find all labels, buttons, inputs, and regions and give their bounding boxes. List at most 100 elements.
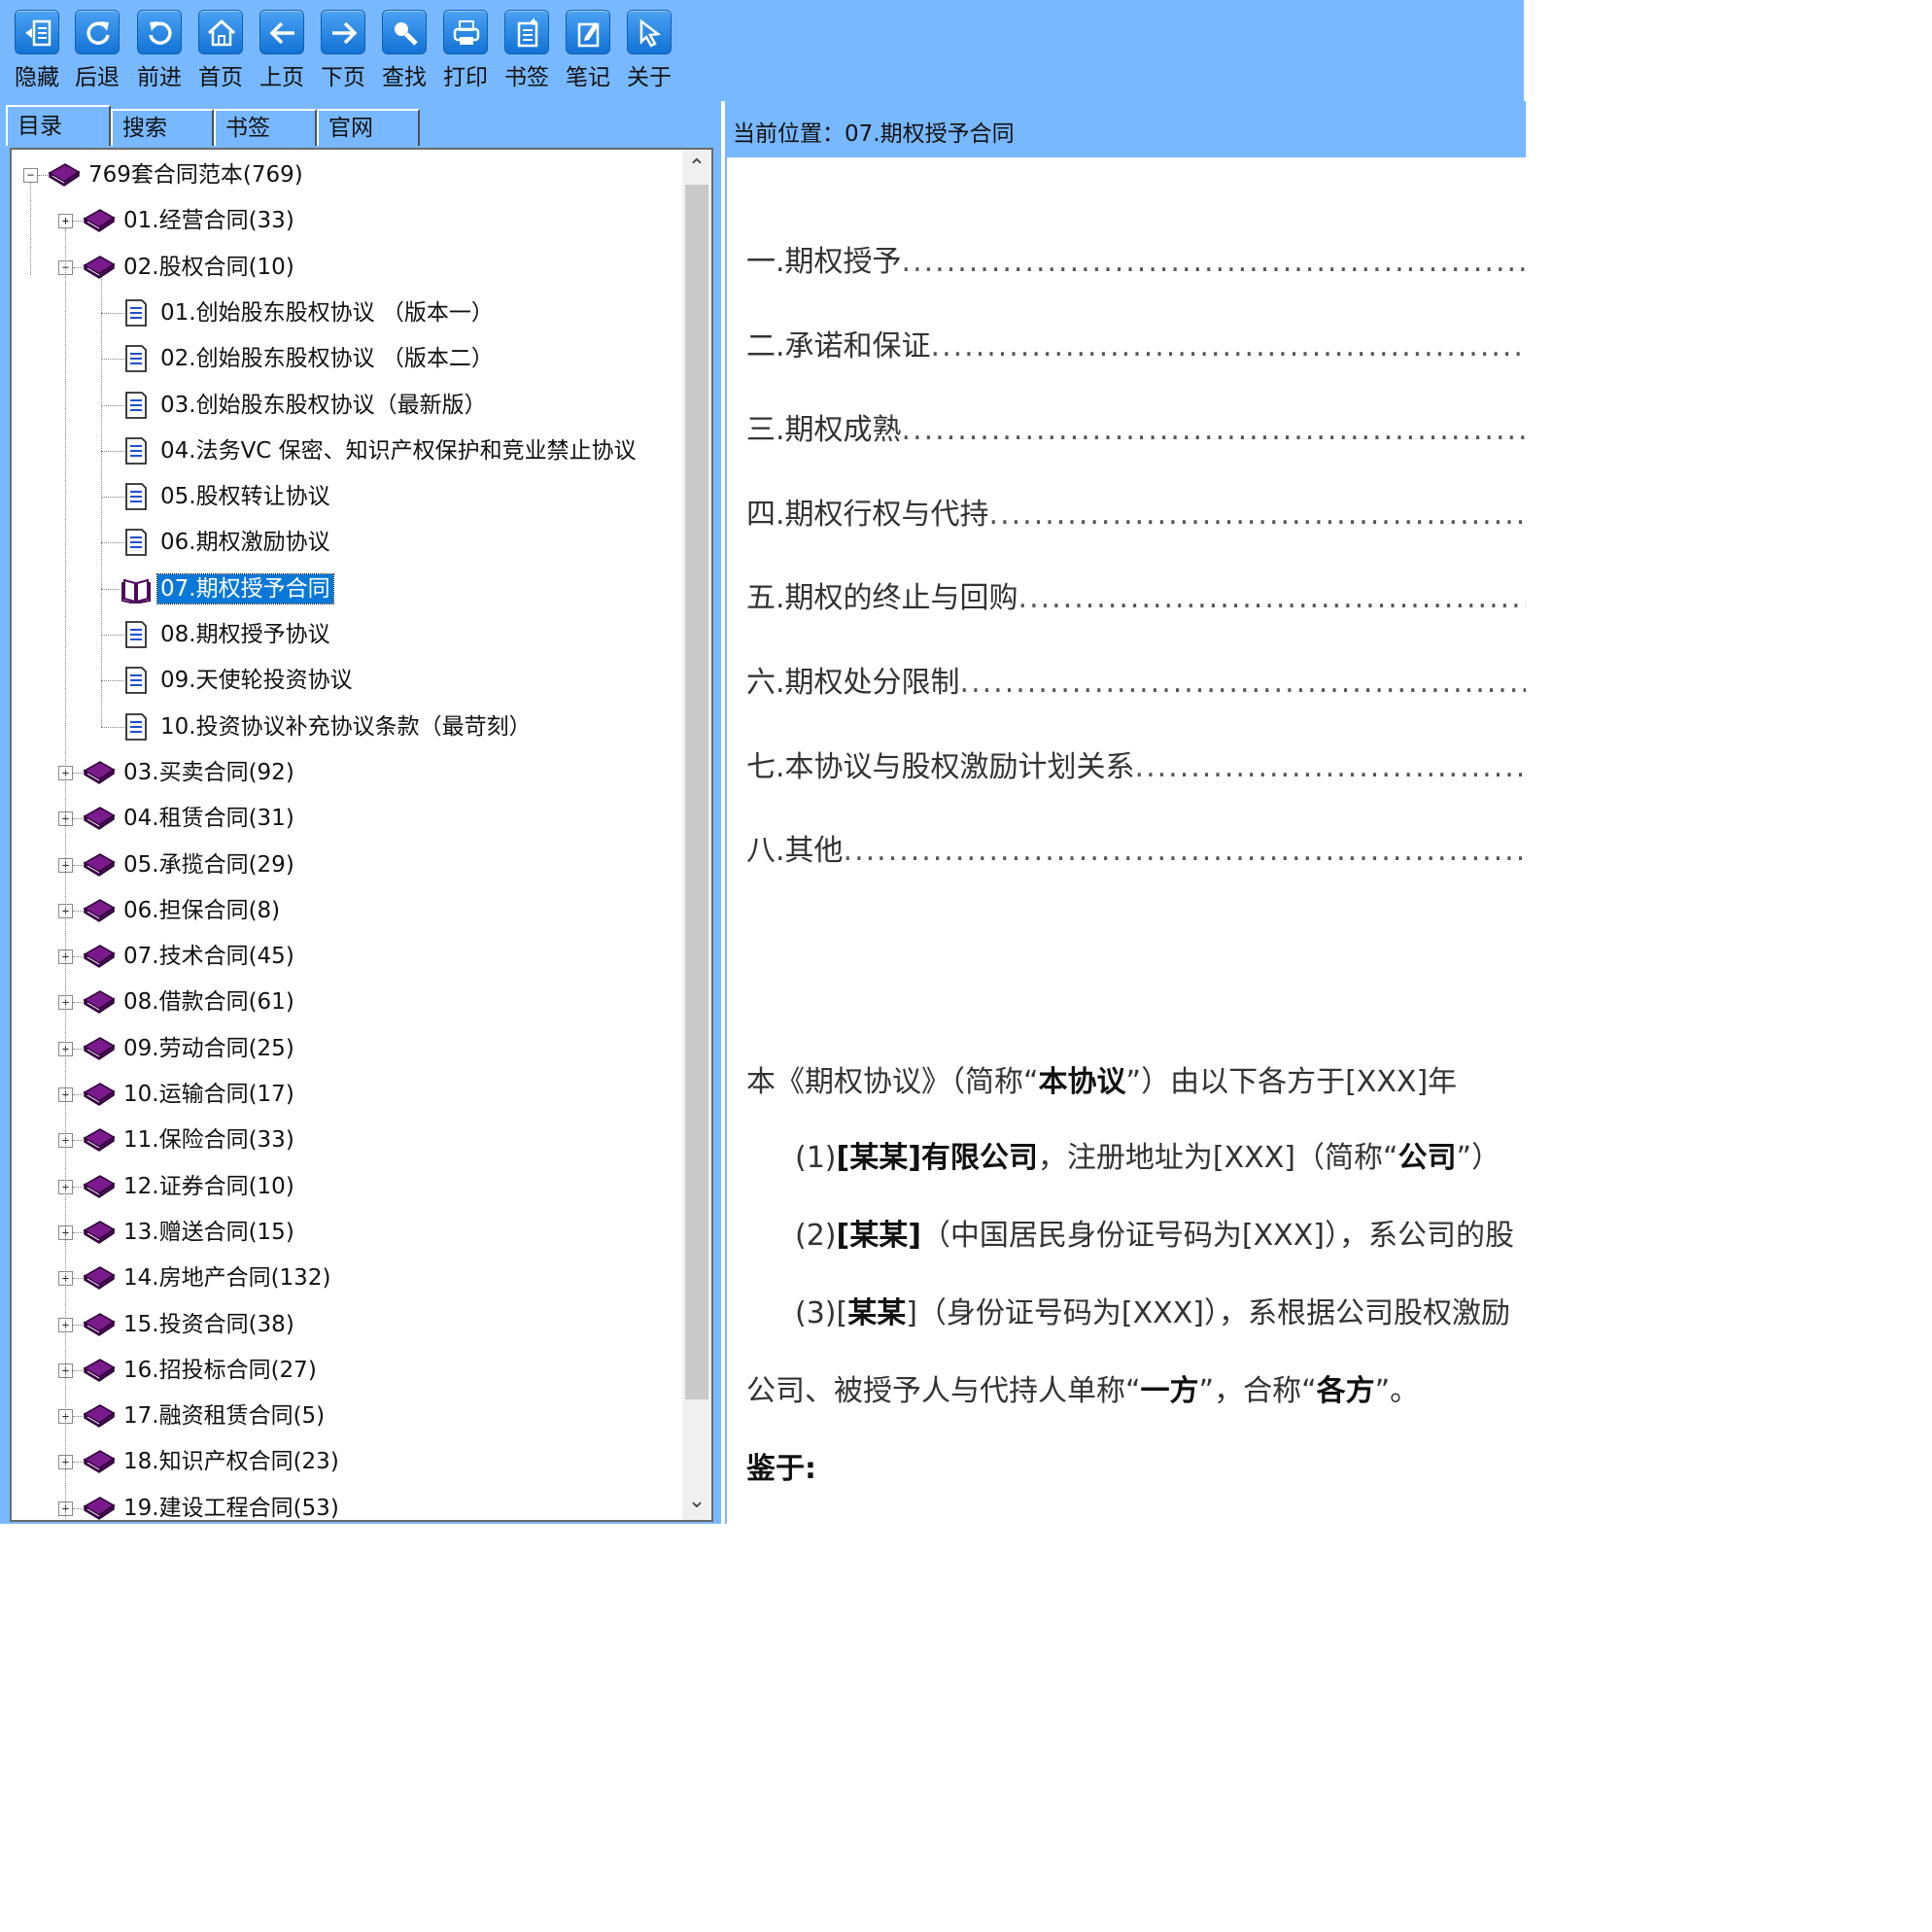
nav-tabs: 目录 搜索 书签 官网 xyxy=(0,101,721,146)
toc-entry[interactable]: 八.其他....................................… xyxy=(746,826,1526,869)
tree-item[interactable]: 09.天使轮投资协议 xyxy=(12,665,673,704)
tree-category[interactable]: +16.招投标合同(27) xyxy=(12,1355,673,1394)
search-button[interactable]: 查找 xyxy=(377,6,433,93)
tree-category[interactable]: +04.租赁合同(31) xyxy=(12,803,673,842)
tree-category[interactable]: +19.建设工程合同(53) xyxy=(12,1493,673,1520)
tree-item[interactable]: 02.创始股东股权协议 （版本二） xyxy=(12,343,673,382)
tree-scrollbar[interactable]: ⌃ ⌄ xyxy=(682,150,711,1520)
hide-label: 隐藏 xyxy=(15,65,59,90)
about-cursor-icon xyxy=(627,10,672,54)
tree-item-label: 15.投资合同(38) xyxy=(123,1311,294,1337)
toc-entry-label: 三.期权成熟 xyxy=(746,413,902,448)
bookmark-button[interactable]: 书签 xyxy=(500,6,556,93)
tree-category[interactable]: +11.保险合同(33) xyxy=(12,1124,673,1163)
party-1-paragraph: (1)[某某]有限公司，注册地址为[XXX]（简称“公司”） xyxy=(795,1141,1501,1175)
tree-item[interactable]: 06.期权激励协议 xyxy=(12,527,673,566)
scroll-down-icon[interactable]: ⌄ xyxy=(682,1487,711,1516)
print-button[interactable]: 打印 xyxy=(438,6,495,93)
tree-item[interactable]: 01.创始股东股权协议 （版本一） xyxy=(12,297,673,336)
tree-item-label: 16.招投标合同(27) xyxy=(123,1357,317,1383)
tree-item-label: 10.投资协议补充协议条款（最苛刻） xyxy=(160,713,532,740)
about-button[interactable]: 关于 xyxy=(622,6,678,93)
hide-button[interactable]: 隐藏 xyxy=(10,6,66,93)
tree-category[interactable]: +10.运输合同(17) xyxy=(12,1079,673,1118)
tree-category[interactable]: +01.经营合同(33) xyxy=(12,205,673,244)
tab-search[interactable]: 搜索 xyxy=(111,109,214,146)
tree-item[interactable]: 04.法务VC 保密、知识产权保护和竞业禁止协议 xyxy=(12,435,673,474)
tree-item-label: 12.证券合同(10) xyxy=(123,1173,294,1199)
tree-category[interactable]: +06.担保合同(8) xyxy=(12,895,673,934)
book-icon xyxy=(82,253,117,282)
forward-label: 前进 xyxy=(137,65,182,90)
tree-item-label: 01.经营合同(33) xyxy=(123,208,294,234)
prev-page-button[interactable]: 上页 xyxy=(255,6,311,93)
home-button[interactable]: 首页 xyxy=(193,6,250,93)
note-button[interactable]: 笔记 xyxy=(561,6,617,93)
tree-category[interactable]: +08.借款合同(61) xyxy=(12,986,673,1025)
toc-leader: ........................................… xyxy=(843,834,1526,869)
tree-category[interactable]: +09.劳动合同(25) xyxy=(12,1033,673,1072)
tree-category[interactable]: +05.承揽合同(29) xyxy=(12,849,673,888)
toc-entry[interactable]: 五.期权的终止与回购..............................… xyxy=(746,573,1526,616)
contents-tree: − 769套合同范本(769) +01.经营合同(33) −02.股权合同(10) 01… xyxy=(12,150,682,1520)
tree-item-label: 03.创始股东股权协议（最新版） xyxy=(160,392,487,418)
document-icon xyxy=(119,712,154,742)
refresh-back-icon xyxy=(75,10,120,54)
toc-entry[interactable]: 一.期权授予..................................… xyxy=(746,237,1526,280)
toc-entry[interactable]: 三.期权成熟..................................… xyxy=(746,405,1526,448)
toc-entry[interactable]: 二.承诺和保证.................................… xyxy=(746,322,1526,364)
book-icon xyxy=(82,1263,117,1293)
book-icon xyxy=(82,942,117,971)
collapse-icon[interactable]: − xyxy=(23,168,38,183)
tree-item-label: 08.借款合同(61) xyxy=(123,989,294,1016)
book-icon xyxy=(82,1172,117,1201)
document-view: 本《期权协议》（简称“本协议”）由以下各方于[XXX]年 (1)[某某]有限公司… xyxy=(727,157,1526,1524)
toc-entry[interactable]: 四.期权行权与代持...............................… xyxy=(746,490,1526,533)
home-label: 首页 xyxy=(198,65,243,90)
arrow-right-icon xyxy=(321,10,365,54)
tree-category[interactable]: +03.买卖合同(92) xyxy=(12,757,673,796)
tree-item[interactable]: 05.股权转让协议 xyxy=(12,481,673,520)
back-button[interactable]: 后退 xyxy=(70,6,126,93)
current-location: 当前位置：07.期权授予合同 xyxy=(733,121,1015,147)
tree-connector xyxy=(30,183,31,275)
note-icon xyxy=(566,10,610,54)
search-icon xyxy=(382,10,427,54)
tree-item-label: 02.股权合同(10) xyxy=(123,254,294,280)
next-page-button[interactable]: 下页 xyxy=(316,6,372,93)
tree-item-selected[interactable]: 07.期权授予合同 xyxy=(12,572,673,612)
tab-website[interactable]: 官网 xyxy=(317,109,420,146)
scroll-thumb[interactable] xyxy=(685,185,708,1399)
book-icon xyxy=(82,1494,117,1520)
open-book-icon xyxy=(119,574,154,604)
tree-root[interactable]: − 769套合同范本(769) xyxy=(12,159,673,198)
tree-item-label: 04.租赁合同(31) xyxy=(123,806,294,832)
tree-item[interactable]: 08.期权授予协议 xyxy=(12,619,673,658)
toc-entry-label: 四.期权行权与代持 xyxy=(746,497,989,532)
party-3-paragraph: (3)[某某]（身份证号码为[XXX]），系根据公司股权激励 xyxy=(795,1296,1510,1330)
book-icon xyxy=(82,850,117,880)
tree-item[interactable]: 10.投资协议补充协议条款（最苛刻） xyxy=(12,711,673,750)
scroll-up-icon[interactable]: ⌃ xyxy=(682,154,711,183)
tree-item-label: 17.融资租赁合同(5) xyxy=(123,1403,326,1430)
forward-rotate-icon xyxy=(137,10,182,54)
tree-category[interactable]: +14.房地产合同(132) xyxy=(12,1262,673,1301)
tree-category[interactable]: +07.技术合同(45) xyxy=(12,941,673,980)
tab-bookmarks[interactable]: 书签 xyxy=(214,109,317,146)
tree-category-expanded[interactable]: −02.股权合同(10) xyxy=(12,252,673,291)
toc-entry[interactable]: 六.期权处分限制................................… xyxy=(746,658,1526,701)
tree-category[interactable]: +17.融资租赁合同(5) xyxy=(12,1400,673,1439)
toc-entry[interactable]: 七.本协议与股权激励计划关系..........................… xyxy=(746,742,1526,785)
tab-contents[interactable]: 目录 xyxy=(6,105,111,146)
intro-paragraph: 本《期权协议》（简称“本协议”）由以下各方于[XXX]年 xyxy=(746,1065,1458,1099)
tree-category[interactable]: +15.投资合同(38) xyxy=(12,1309,673,1348)
book-icon xyxy=(82,987,117,1017)
forward-button[interactable]: 前进 xyxy=(132,6,189,93)
toc-entry-label: 八.其他 xyxy=(746,834,844,869)
book-icon xyxy=(82,1401,117,1431)
tree-item[interactable]: 03.创始股东股权协议（最新版） xyxy=(12,390,673,429)
expand-icon[interactable]: + xyxy=(58,214,73,229)
tree-category[interactable]: +13.赠送合同(15) xyxy=(12,1217,673,1256)
tree-category[interactable]: +12.证券合同(10) xyxy=(12,1171,673,1210)
tree-category[interactable]: +18.知识产权合同(23) xyxy=(12,1446,673,1485)
